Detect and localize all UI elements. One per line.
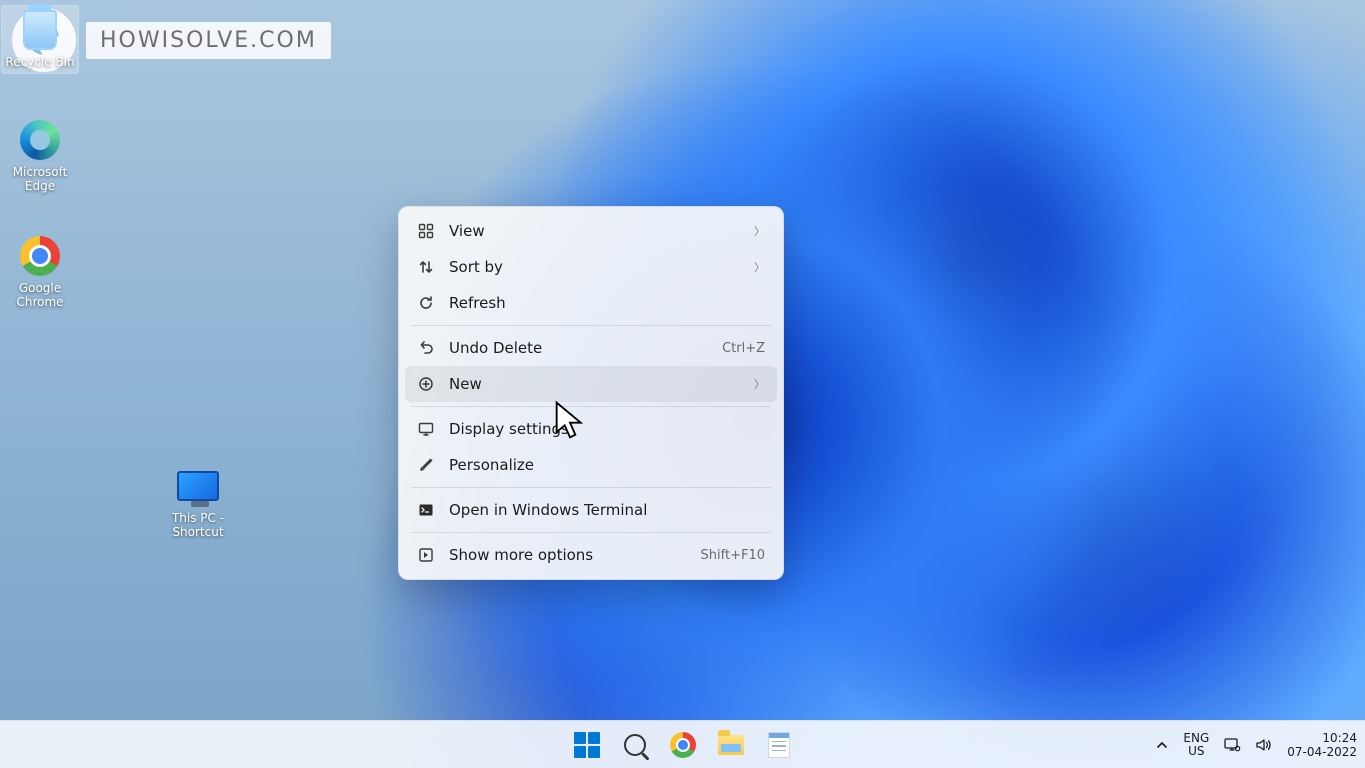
new-icon: [417, 376, 435, 392]
this-pc-shortcut-icon[interactable]: This PC - Shortcut: [160, 464, 236, 539]
menu-view-label: View: [449, 222, 740, 240]
terminal-icon: [417, 502, 435, 518]
menu-sort-by[interactable]: Sort by 〉: [405, 249, 777, 285]
watermark-text: HOWISOLVE.COM: [86, 22, 331, 59]
recycle-bin-label: Recycle Bin: [5, 55, 74, 69]
tray-overflow-button[interactable]: [1155, 738, 1169, 752]
display-icon: [417, 421, 435, 437]
file-explorer-button[interactable]: [716, 730, 746, 760]
menu-separator: [411, 532, 771, 533]
this-pc-label: This PC - Shortcut: [160, 511, 236, 539]
taskbar: ENG US 10:24 07-04-2022: [0, 720, 1365, 768]
start-icon: [574, 732, 600, 758]
grid-icon: [417, 223, 435, 239]
menu-terminal-label: Open in Windows Terminal: [449, 501, 765, 519]
menu-separator: [411, 406, 771, 407]
google-chrome-icon[interactable]: Google Chrome: [2, 234, 78, 309]
desktop-context-menu: View 〉 Sort by 〉 Refresh: [398, 206, 784, 580]
notepad-button[interactable]: [764, 730, 794, 760]
folder-icon: [718, 735, 744, 755]
search-icon: [624, 734, 646, 756]
brush-icon: [417, 457, 435, 473]
sort-icon: [417, 259, 435, 275]
menu-more-shortcut: Shift+F10: [701, 548, 765, 563]
language-indicator[interactable]: ENG US: [1183, 732, 1209, 758]
start-button[interactable]: [572, 730, 602, 760]
taskbar-center: [572, 730, 794, 760]
clock-date: 07-04-2022: [1287, 745, 1357, 759]
undo-icon: [417, 340, 435, 356]
chevron-right-icon: 〉: [754, 376, 765, 392]
chevron-right-icon: 〉: [754, 223, 765, 239]
menu-separator: [411, 325, 771, 326]
volume-button[interactable]: [1255, 737, 1273, 753]
chrome-icon: [670, 732, 696, 758]
menu-sort-by-label: Sort by: [449, 258, 740, 276]
microsoft-edge-label: Microsoft Edge: [2, 165, 78, 193]
more-options-icon: [417, 547, 435, 563]
language-bottom: US: [1183, 745, 1209, 758]
chevron-up-icon: [1155, 738, 1169, 752]
clock[interactable]: 10:24 07-04-2022: [1287, 731, 1357, 759]
refresh-icon: [417, 295, 435, 311]
network-button[interactable]: [1223, 737, 1241, 753]
menu-separator: [411, 487, 771, 488]
menu-new[interactable]: New 〉: [405, 366, 777, 402]
menu-display-settings[interactable]: Display settings: [405, 411, 777, 447]
desktop[interactable]: HOWISOLVE.COM Recycle Bin Microsoft Edge…: [0, 0, 1365, 768]
google-chrome-label: Google Chrome: [2, 281, 78, 309]
clock-time: 10:24: [1287, 731, 1357, 745]
microsoft-edge-icon[interactable]: Microsoft Edge: [2, 118, 78, 193]
menu-personalize[interactable]: Personalize: [405, 447, 777, 483]
menu-more-label: Show more options: [449, 546, 687, 564]
menu-display-label: Display settings: [449, 420, 765, 438]
search-button[interactable]: [620, 730, 650, 760]
chrome-taskbar-button[interactable]: [668, 730, 698, 760]
network-icon: [1223, 737, 1241, 753]
menu-show-more-options[interactable]: Show more options Shift+F10: [405, 537, 777, 573]
menu-refresh-label: Refresh: [449, 294, 765, 312]
menu-undo-delete[interactable]: Undo Delete Ctrl+Z: [405, 330, 777, 366]
recycle-bin-icon[interactable]: Recycle Bin: [2, 6, 78, 73]
menu-undo-shortcut: Ctrl+Z: [722, 341, 765, 356]
volume-icon: [1255, 737, 1273, 753]
chevron-right-icon: 〉: [754, 259, 765, 275]
menu-undo-delete-label: Undo Delete: [449, 339, 708, 357]
system-tray: ENG US 10:24 07-04-2022: [1155, 721, 1357, 768]
notepad-icon: [768, 732, 790, 758]
menu-personalize-label: Personalize: [449, 456, 765, 474]
menu-open-terminal[interactable]: Open in Windows Terminal: [405, 492, 777, 528]
menu-new-label: New: [449, 375, 740, 393]
menu-view[interactable]: View 〉: [405, 213, 777, 249]
menu-refresh[interactable]: Refresh: [405, 285, 777, 321]
language-top: ENG: [1183, 732, 1209, 745]
